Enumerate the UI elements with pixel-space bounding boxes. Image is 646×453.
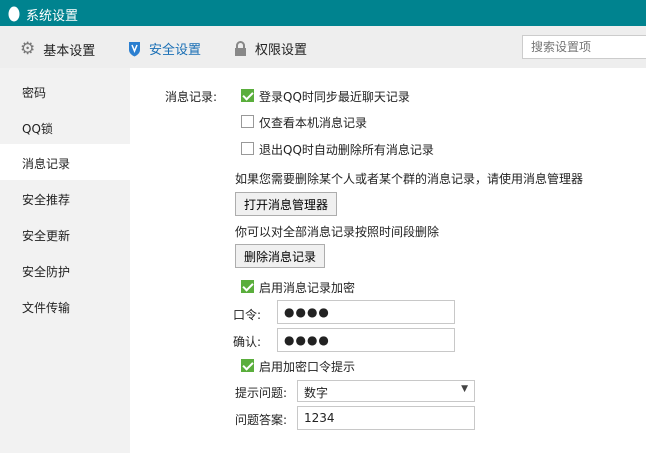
gear-icon: ⚙	[20, 39, 36, 59]
title-bar: 系统设置	[0, 0, 646, 26]
lock-icon	[235, 40, 246, 56]
delete-hint: 你可以对全部消息记录按照时间段删除	[235, 225, 440, 239]
sidebar-item-security-update[interactable]: 安全更新	[0, 216, 130, 252]
confirm-label: 确认:	[233, 335, 262, 349]
dropdown-arrow-icon: ▼	[461, 384, 468, 394]
sync-history-label: 登录QQ时同步最近聊天记录	[259, 90, 410, 104]
confirm-password-input[interactable]: ●●●●	[277, 328, 455, 352]
sidebar-item-security-recommend[interactable]: 安全推荐	[0, 180, 130, 216]
tab-permission-settings[interactable]: 权限设置	[234, 39, 307, 58]
password-input[interactable]: ●●●●	[277, 300, 455, 324]
tab-label: 权限设置	[255, 43, 308, 58]
hint-enable-checkbox[interactable]	[241, 359, 254, 372]
question-label: 提示问题:	[235, 386, 288, 400]
answer-label: 问题答案:	[235, 413, 288, 427]
tab-label: 基本设置	[43, 43, 96, 59]
local-only-label: 仅查看本机消息记录	[259, 116, 368, 130]
sidebar-item-file-transfer[interactable]: 文件传输	[0, 288, 130, 324]
section-label: 消息记录:	[165, 90, 218, 104]
password-label: 口令:	[233, 308, 262, 322]
qq-penguin-icon	[8, 6, 20, 22]
search-input[interactable]	[522, 35, 646, 59]
sidebar-item-password[interactable]: 密码	[0, 73, 130, 109]
delete-on-exit-checkbox[interactable]	[241, 142, 254, 155]
hint-enable-label: 启用加密口令提示	[259, 360, 356, 374]
sidebar-item-message-history[interactable]: 消息记录	[0, 144, 130, 180]
delete-messages-button[interactable]: 删除消息记录	[235, 244, 326, 268]
encrypt-label: 启用消息记录加密	[259, 281, 356, 295]
sidebar-item-security-protection[interactable]: 安全防护	[0, 252, 130, 288]
manager-hint: 如果您需要删除某个人或者某个群的消息记录，请使用消息管理器	[235, 172, 584, 186]
local-only-checkbox[interactable]	[241, 115, 254, 128]
open-message-manager-button[interactable]: 打开消息管理器	[235, 192, 338, 216]
window-title: 系统设置	[26, 9, 79, 24]
question-value: 数字	[304, 386, 329, 400]
sidebar-item-qq-lock[interactable]: QQ锁	[0, 109, 130, 145]
toolbar: ⚙ 基本设置 安全设置 权限设置	[0, 26, 646, 68]
question-select[interactable]: 数字 ▼	[297, 380, 475, 402]
tab-security-settings[interactable]: 安全设置	[128, 39, 201, 58]
sync-history-checkbox[interactable]	[241, 89, 254, 102]
answer-input[interactable]: 1234	[297, 406, 475, 430]
tab-label: 安全设置	[149, 43, 202, 58]
shield-icon	[129, 41, 140, 56]
sidebar: 密码 QQ锁 消息记录 安全推荐 安全更新 安全防护 文件传输	[0, 68, 130, 453]
delete-on-exit-label: 退出QQ时自动删除所有消息记录	[259, 143, 434, 157]
encrypt-checkbox[interactable]	[241, 280, 254, 293]
tab-basic-settings[interactable]: ⚙ 基本设置	[20, 39, 95, 59]
